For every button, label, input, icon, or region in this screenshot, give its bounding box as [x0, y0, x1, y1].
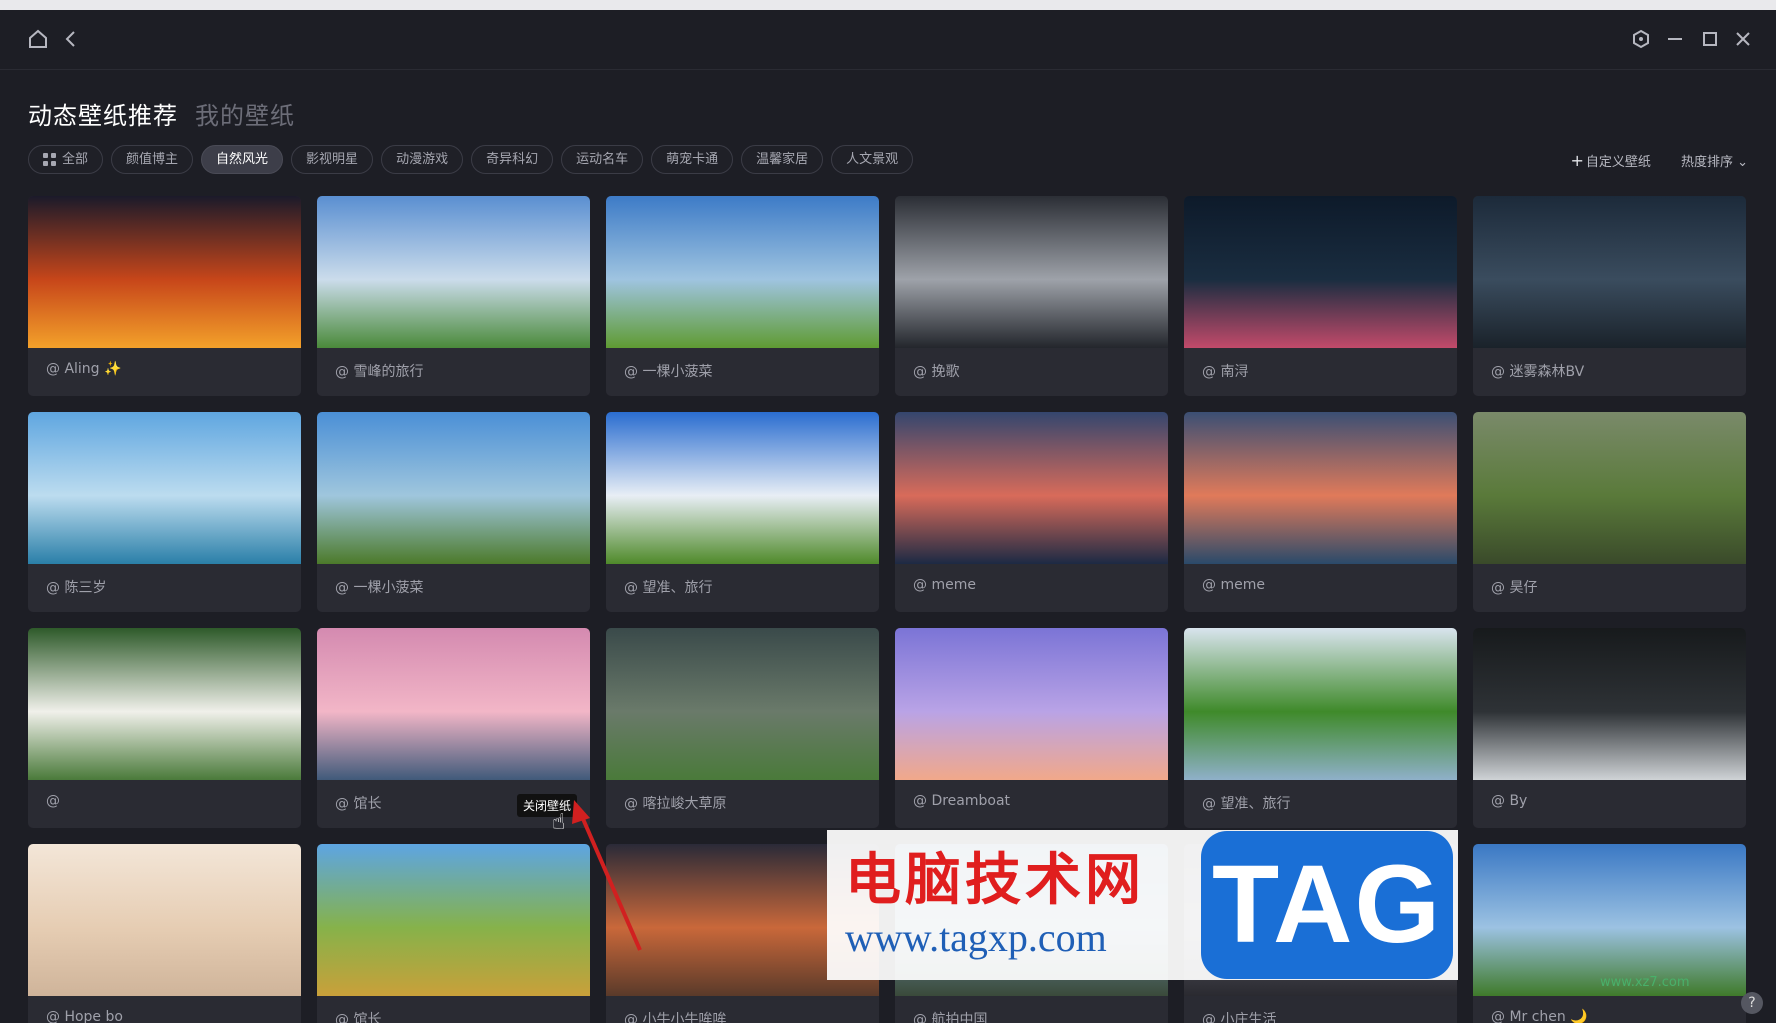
author-label: @ 馆长 [335, 796, 382, 812]
wallpaper-card[interactable]: @ Dreamboat [895, 628, 1168, 828]
wallpaper-thumbnail[interactable] [1184, 628, 1457, 780]
wallpaper-thumbnail[interactable] [895, 412, 1168, 564]
wallpaper-thumbnail[interactable] [1473, 412, 1746, 564]
filter-chip-selected[interactable]: 自然风光 [201, 145, 284, 174]
filter-chip[interactable]: 影视明星 [291, 145, 374, 174]
home-icon[interactable] [25, 28, 51, 54]
sort-dropdown[interactable]: 热度排序 ⌄ [1681, 151, 1748, 170]
wallpaper-thumbnail[interactable] [1184, 196, 1457, 348]
wallpaper-thumbnail[interactable] [317, 844, 590, 996]
tab-my-wallpapers[interactable]: 我的壁纸 [195, 96, 295, 131]
wallpaper-thumbnail[interactable] [317, 196, 590, 348]
filter-chip[interactable]: 温馨家居 [741, 145, 824, 174]
hand-cursor-icon: ☝ [552, 810, 566, 835]
author-label: @ 雪峰的旅行 [335, 364, 424, 380]
wallpaper-card[interactable]: @ Aling ✨ [28, 196, 301, 396]
wallpaper-card[interactable]: @ [28, 628, 301, 828]
wallpaper-thumbnail[interactable] [28, 412, 301, 564]
filter-chip[interactable]: 萌宠卡通 [651, 145, 734, 174]
help-icon[interactable]: ? [1741, 992, 1763, 1014]
tab-dynamic-wallpapers[interactable]: 动态壁纸推荐 [28, 96, 178, 131]
plus-icon: + [1570, 151, 1584, 170]
chevron-down-icon: ⌄ [1737, 155, 1748, 170]
filter-chip[interactable]: 人文景观 [831, 145, 914, 174]
author-label: @ 南浔 [1202, 364, 1249, 380]
author-label: @ By [1491, 793, 1528, 809]
wallpaper-card[interactable]: @ By [1473, 628, 1746, 828]
toolbar-right: + 自定义壁纸 热度排序 ⌄ [1571, 151, 1748, 170]
wallpaper-thumbnail[interactable] [317, 412, 590, 564]
author-label: @ 挽歌 [913, 364, 960, 380]
author-label: @ Dreamboat [913, 793, 1011, 809]
author-label: @ 陈三岁 [46, 580, 107, 596]
wallpaper-card[interactable]: @ meme [1184, 412, 1457, 612]
settings-icon[interactable] [1628, 28, 1654, 54]
author-label: @ meme [913, 577, 976, 593]
wallpaper-thumbnail[interactable] [895, 196, 1168, 348]
close-icon[interactable] [1730, 28, 1756, 54]
wallpaper-card[interactable]: @ 喀拉峻大草原 [606, 628, 879, 828]
minimize-icon[interactable] [1662, 28, 1688, 54]
wallpaper-thumbnail[interactable] [606, 412, 879, 564]
author-label: @ Aling ✨ [46, 361, 122, 377]
filter-chip[interactable]: 奇异科幻 [471, 145, 554, 174]
custom-wallpaper-button[interactable]: + 自定义壁纸 [1571, 151, 1651, 170]
wallpaper-thumbnail[interactable] [1473, 196, 1746, 348]
author-label: @ Mr chen 🌙 [1491, 1009, 1588, 1023]
wallpaper-thumbnail[interactable] [28, 844, 301, 996]
filter-all[interactable]: 全部 [28, 145, 104, 174]
filter-chip[interactable]: 动漫游戏 [381, 145, 464, 174]
back-icon[interactable] [58, 28, 84, 54]
wallpaper-card[interactable]: @ 望准、旅行 [606, 412, 879, 612]
wallpaper-card[interactable]: @ 南浔 [1184, 196, 1457, 396]
wallpaper-card[interactable]: @ Hope bo [28, 844, 301, 1023]
wallpaper-card[interactable]: @ 一棵小菠菜 [317, 412, 590, 612]
author-label: @ 馆长 [335, 1012, 382, 1023]
wallpaper-card[interactable]: @ 雪峰的旅行 [317, 196, 590, 396]
author-label: @ 小庄生活 [1202, 1012, 1277, 1023]
wallpaper-thumbnail[interactable] [1473, 844, 1746, 996]
author-label: @ 望准、旅行 [1202, 796, 1291, 812]
title-bar [0, 10, 1776, 70]
author-label: @ 昊仔 [1491, 580, 1538, 596]
filter-chip[interactable]: 运动名车 [561, 145, 644, 174]
watermark-banner: 电脑技术网 www.tagxp.com TAG [827, 830, 1458, 980]
watermark-cn-text: 电脑技术网 [845, 847, 1145, 913]
wallpaper-card[interactable]: @ 一棵小菠菜 [606, 196, 879, 396]
wallpaper-card[interactable]: @ Mr chen 🌙 [1473, 844, 1746, 1023]
maximize-icon[interactable] [1697, 28, 1723, 54]
wallpaper-thumbnail[interactable] [317, 628, 590, 780]
wallpaper-thumbnail[interactable] [28, 196, 301, 348]
wallpaper-thumbnail[interactable] [28, 628, 301, 780]
red-arrow-annotation [572, 800, 642, 951]
author-label: @ [46, 793, 60, 809]
grid-icon [43, 153, 56, 166]
wallpaper-thumbnail[interactable] [1184, 412, 1457, 564]
wallpaper-card[interactable]: @ 挽歌 [895, 196, 1168, 396]
watermark-url: www.tagxp.com [845, 915, 1107, 960]
wallpaper-card[interactable]: @ 昊仔 [1473, 412, 1746, 612]
wallpaper-thumbnail[interactable] [1473, 628, 1746, 780]
author-label: @ 望准、旅行 [624, 580, 713, 596]
wallpaper-thumbnail[interactable] [606, 196, 879, 348]
author-label: @ 迷雾森林BV [1491, 364, 1585, 380]
tag-logo: TAG [1201, 831, 1453, 979]
wallpaper-card[interactable]: @ 望准、旅行 [1184, 628, 1457, 828]
author-label: @ Hope bo [46, 1009, 123, 1023]
author-label: @ meme [1202, 577, 1265, 593]
author-label: @ 航拍中国 [913, 1012, 988, 1023]
wallpaper-thumbnail[interactable] [895, 628, 1168, 780]
wallpaper-thumbnail[interactable] [606, 628, 879, 780]
filter-chip[interactable]: 颜值博主 [111, 145, 194, 174]
author-label: @ 一棵小菠菜 [335, 580, 424, 596]
category-filters: 全部 颜值博主 自然风光 影视明星 动漫游戏 奇异科幻 运动名车 萌宠卡通 温馨… [28, 145, 914, 174]
wallpaper-card[interactable]: @ 迷雾森林BV [1473, 196, 1746, 396]
site-watermark: www.xz7.com [1600, 975, 1690, 990]
author-label: @ 小牛小牛哞哞 [624, 1012, 727, 1023]
author-label: @ 一棵小菠菜 [624, 364, 713, 380]
wallpaper-card[interactable]: @ 陈三岁 [28, 412, 301, 612]
browser-top-strip [0, 0, 1776, 10]
wallpaper-card[interactable]: @ meme [895, 412, 1168, 612]
wallpaper-card[interactable]: @ 馆长 [317, 844, 590, 1023]
